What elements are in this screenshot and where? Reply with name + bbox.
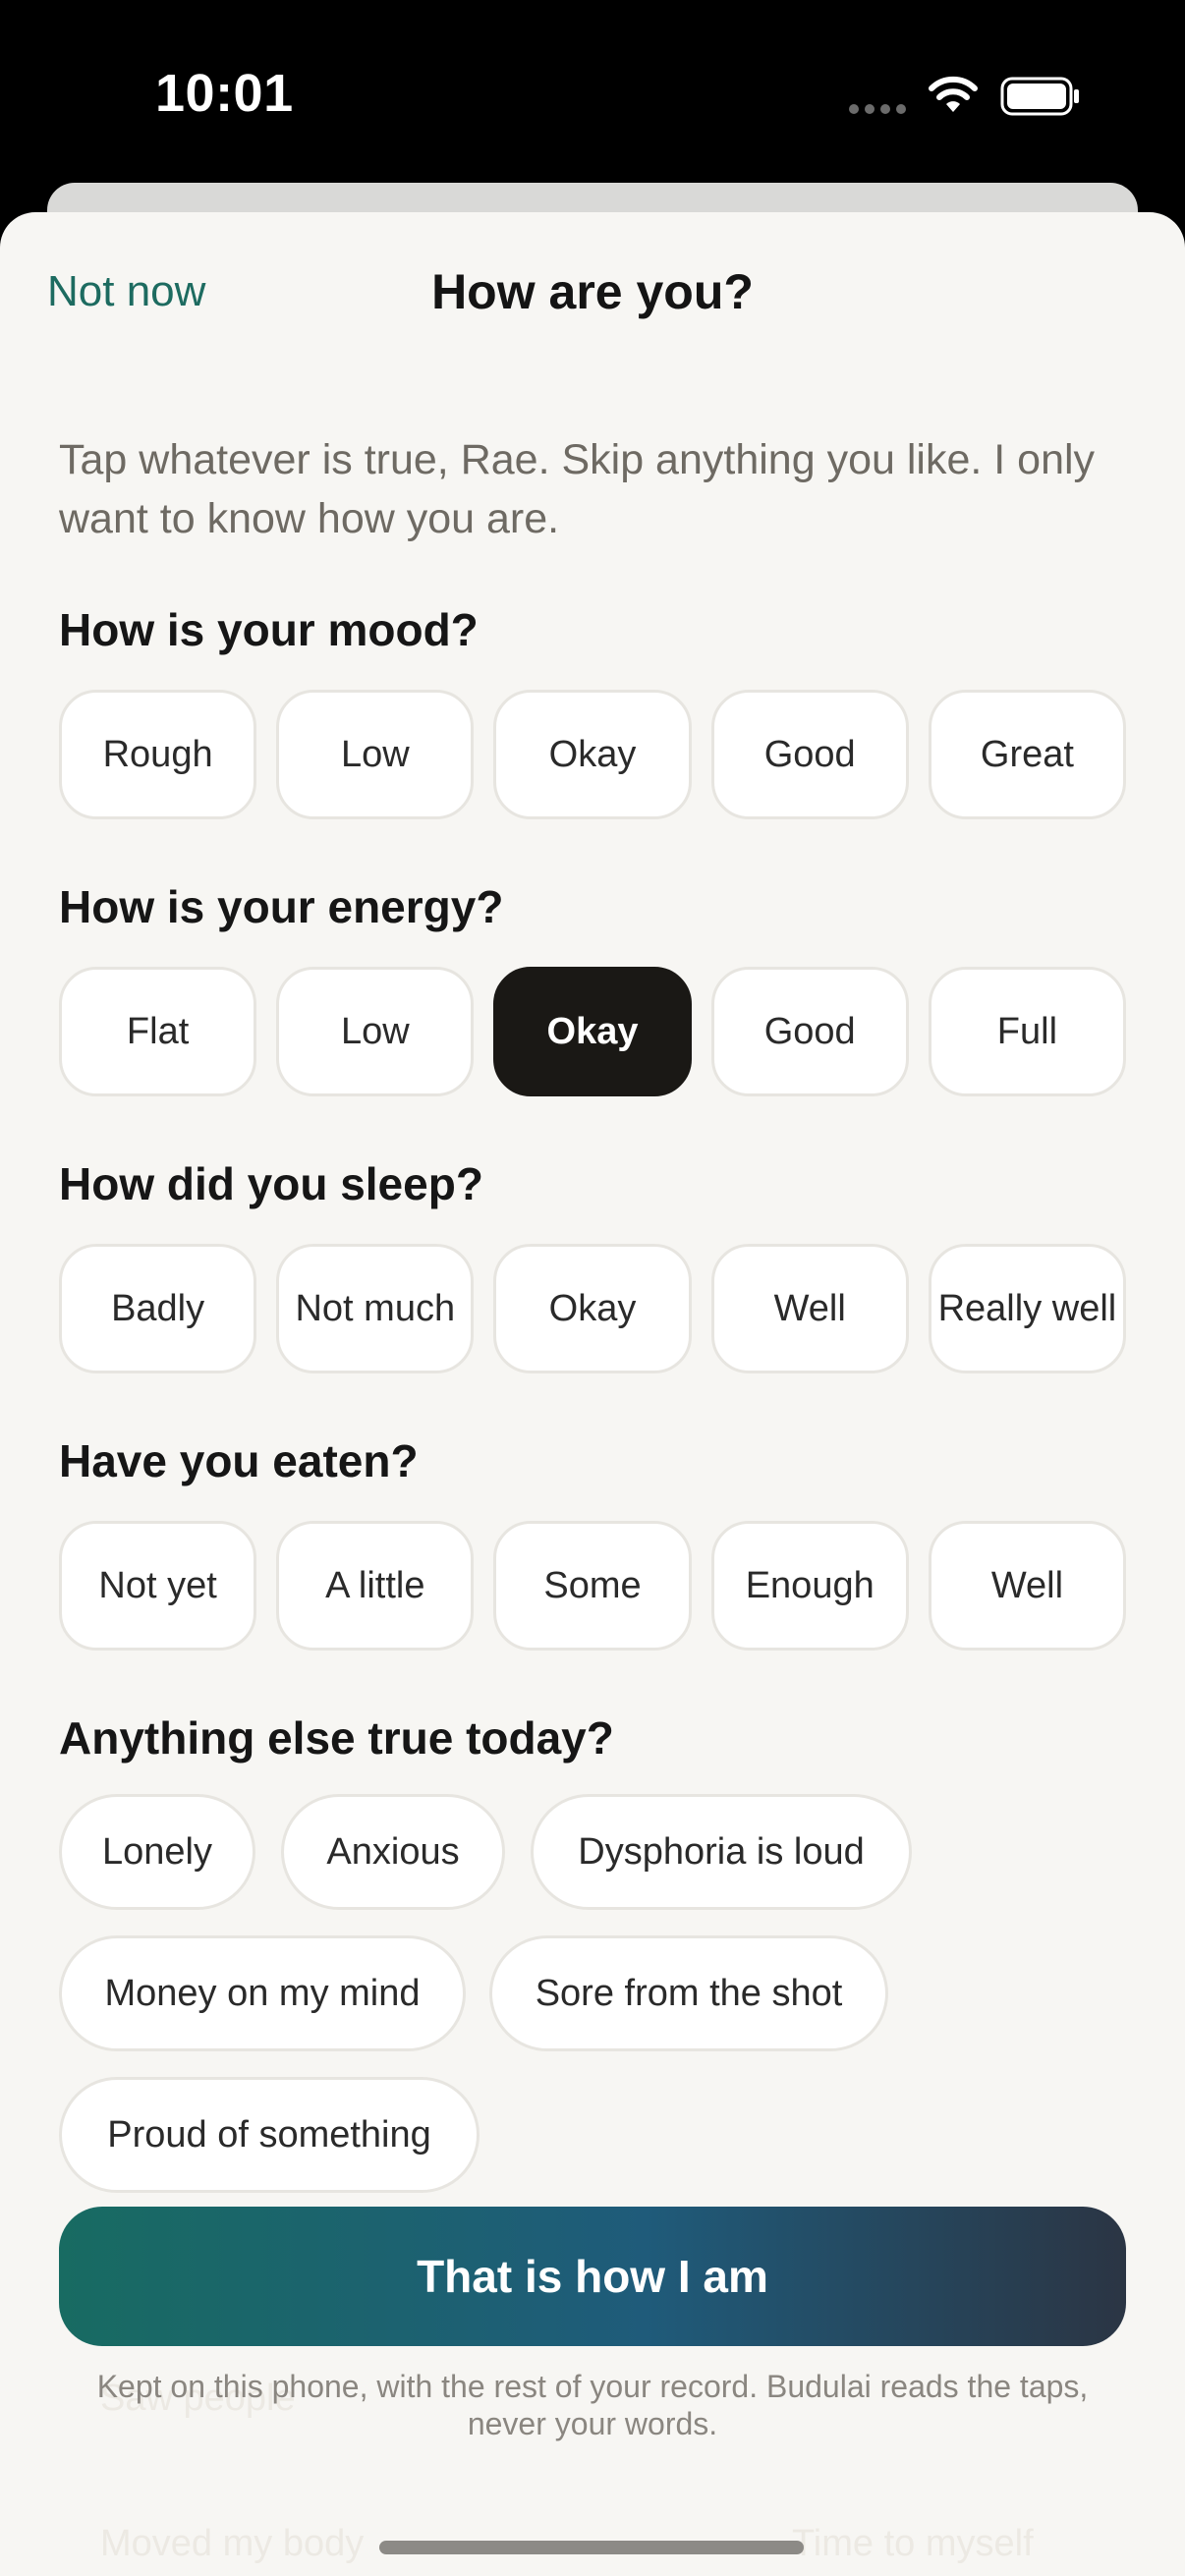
sleep-option-okay[interactable]: Okay (493, 1244, 692, 1373)
mood-option-okay[interactable]: Okay (493, 690, 692, 819)
chip-anxious[interactable]: Anxious (281, 1794, 505, 1910)
hidden-chip-time-to-myself: Time to myself (792, 2523, 1034, 2564)
checkin-sheet: How are you? Not now Tap whatever is tru… (0, 212, 1185, 2576)
mood-option-great[interactable]: Great (928, 690, 1127, 819)
energy-option-okay-selected[interactable]: Okay (493, 967, 692, 1096)
mood-option-rough[interactable]: Rough (59, 690, 257, 819)
hidden-chip-moved-my-body: Moved my body (100, 2523, 365, 2564)
status-time: 10:01 (155, 64, 294, 123)
mood-question: How is your mood? (59, 604, 479, 655)
eaten-option-some[interactable]: Some (493, 1521, 692, 1651)
battery-icon (1000, 77, 1079, 116)
home-indicator[interactable] (379, 2541, 804, 2554)
sleep-option-badly[interactable]: Badly (59, 1244, 257, 1373)
status-bar: 10:01 (0, 0, 1185, 187)
energy-option-good[interactable]: Good (710, 967, 909, 1096)
intro-text: Tap whatever is true, Rae. Skip anything… (59, 436, 1096, 542)
chip-proud-of-something[interactable]: Proud of something (59, 2077, 480, 2193)
chip-sore-from-the-shot[interactable]: Sore from the shot (489, 1935, 888, 2051)
wifi-icon (929, 76, 978, 112)
sleep-option-well[interactable]: Well (710, 1244, 909, 1373)
chip-money-on-my-mind[interactable]: Money on my mind (59, 1935, 466, 2051)
extras-question: Anything else true today? (59, 1712, 614, 1764)
sleep-options: Badly Not much Okay Well Really well (59, 1244, 1127, 1373)
sleep-question: How did you sleep? (59, 1158, 483, 1209)
eaten-option-not-yet[interactable]: Not yet (59, 1521, 257, 1651)
energy-option-low[interactable]: Low (276, 967, 475, 1096)
chip-dysphoria-is-loud[interactable]: Dysphoria is loud (531, 1794, 912, 1910)
eaten-question: Have you eaten? (59, 1435, 419, 1486)
sleep-option-really-well[interactable]: Really well (928, 1244, 1127, 1373)
submit-checkin-button[interactable]: That is how I am (59, 2207, 1126, 2346)
chip-lonely[interactable]: Lonely (59, 1794, 255, 1910)
eaten-option-a-little[interactable]: A little (276, 1521, 475, 1651)
privacy-footnote: Kept on this phone, with the rest of you… (96, 2369, 1089, 2441)
energy-options: Flat Low Okay Good Full (59, 967, 1127, 1096)
mood-option-low[interactable]: Low (276, 690, 475, 819)
eaten-option-enough[interactable]: Enough (710, 1521, 909, 1651)
eaten-option-well[interactable]: Well (928, 1521, 1127, 1651)
signal-icon (849, 104, 908, 114)
extras-chips: Lonely Anxious Dysphoria is loud Money o… (59, 1794, 1140, 2211)
eaten-options: Not yet A little Some Enough Well (59, 1521, 1127, 1651)
mood-options: Rough Low Okay Good Great (59, 690, 1127, 819)
not-now-button[interactable]: Not now (47, 267, 205, 316)
energy-option-full[interactable]: Full (928, 967, 1127, 1096)
sleep-option-not-much[interactable]: Not much (276, 1244, 475, 1373)
mood-option-good[interactable]: Good (710, 690, 909, 819)
energy-option-flat[interactable]: Flat (59, 967, 257, 1096)
energy-question: How is your energy? (59, 881, 504, 932)
